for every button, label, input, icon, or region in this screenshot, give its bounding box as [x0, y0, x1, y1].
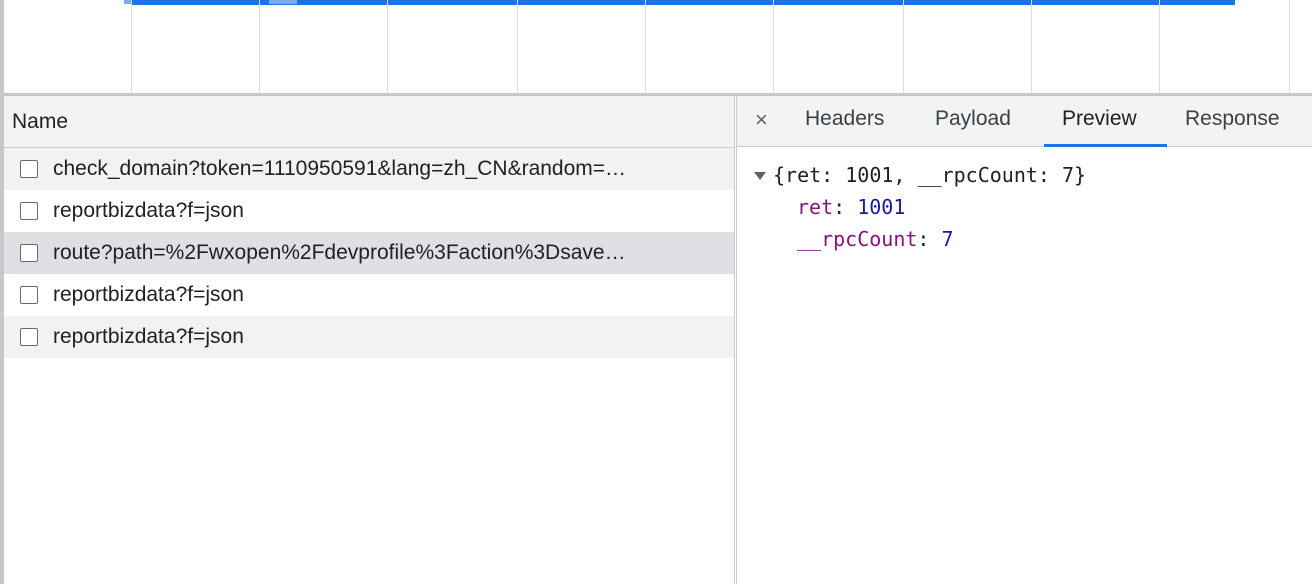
json-property[interactable]: ret: 1001 — [737, 191, 1312, 223]
timeline-gridline — [1289, 0, 1290, 93]
timeline-gridline — [903, 0, 904, 93]
network-timeline-overview[interactable] — [0, 0, 1312, 93]
timeline-gridline — [645, 0, 646, 93]
timeline-request-bar — [132, 0, 1235, 5]
timeline-gridline — [259, 0, 260, 93]
request-row[interactable]: reportbizdata?f=json — [4, 274, 734, 316]
tab-payload[interactable]: Payload — [935, 107, 1011, 131]
json-key: __rpcCount — [797, 227, 918, 251]
tab-response[interactable]: Response — [1185, 107, 1280, 131]
request-checkbox[interactable] — [20, 202, 38, 220]
request-name: reportbizdata?f=json — [53, 199, 244, 222]
request-name: route?path=%2Fwxopen%2Fdevprofile%3Facti… — [53, 241, 626, 264]
request-checkbox[interactable] — [20, 286, 38, 304]
json-separator: : — [917, 227, 942, 251]
request-checkbox[interactable] — [20, 160, 38, 178]
json-property[interactable]: __rpcCount: 7 — [737, 223, 1312, 255]
name-column-header[interactable]: Name — [4, 96, 734, 148]
timeline-gridline — [387, 0, 388, 93]
request-row[interactable]: reportbizdata?f=json — [4, 316, 734, 358]
timeline-gridline — [131, 0, 132, 93]
request-name: reportbizdata?f=json — [53, 283, 244, 306]
json-preview: {ret: 1001, __rpcCount: 7} ret: 1001 __r… — [737, 147, 1312, 255]
request-name: check_domain?token=1110950591&lang=zh_CN… — [53, 157, 627, 180]
request-details-panel: × Headers Payload Preview Response {ret:… — [736, 96, 1312, 584]
timeline-gridline — [1031, 0, 1032, 93]
timeline-gridline — [773, 0, 774, 93]
timeline-gridline — [1159, 0, 1160, 93]
request-row[interactable]: reportbizdata?f=json — [4, 190, 734, 232]
request-row-selected[interactable]: route?path=%2Fwxopen%2Fdevprofile%3Facti… — [4, 232, 734, 274]
json-summary: {ret: 1001, __rpcCount: 7} — [773, 163, 1087, 187]
json-key: ret — [797, 195, 834, 219]
timeline-request-bar — [269, 0, 297, 4]
json-value: 7 — [941, 227, 954, 251]
tab-headers[interactable]: Headers — [805, 107, 884, 131]
json-separator: : — [833, 195, 858, 219]
request-name: reportbizdata?f=json — [53, 325, 244, 348]
request-row[interactable]: check_domain?token=1110950591&lang=zh_CN… — [4, 148, 734, 190]
close-icon[interactable]: × — [755, 107, 768, 133]
request-checkbox[interactable] — [20, 244, 38, 262]
tab-preview[interactable]: Preview — [1062, 107, 1137, 131]
timeline-gridline — [517, 0, 518, 93]
json-tree-root[interactable]: {ret: 1001, __rpcCount: 7} — [737, 159, 1312, 191]
name-column-label: Name — [12, 109, 69, 133]
json-value: 1001 — [857, 195, 906, 219]
expand-triangle-icon[interactable] — [754, 172, 766, 180]
request-checkbox[interactable] — [20, 328, 38, 346]
details-tab-bar: × Headers Payload Preview Response — [737, 96, 1312, 147]
active-tab-indicator — [1044, 144, 1167, 147]
request-list-panel: Name check_domain?token=1110950591&lang=… — [4, 96, 735, 584]
